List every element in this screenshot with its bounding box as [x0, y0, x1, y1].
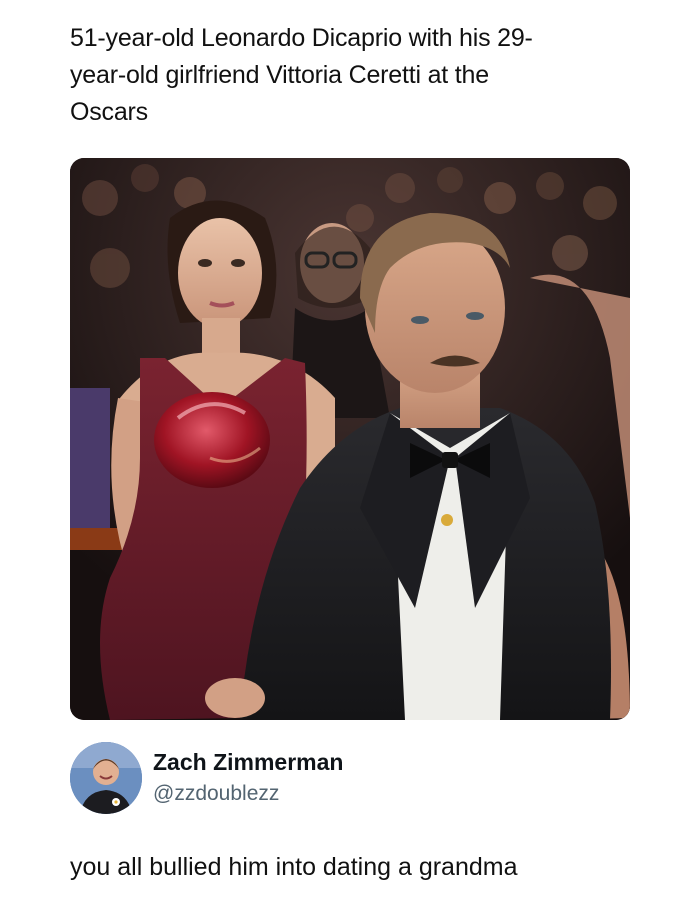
avatar[interactable]	[70, 742, 142, 814]
reply-header: Zach Zimmerman @zzdoublezz	[70, 742, 630, 822]
post-photo[interactable]	[70, 158, 630, 720]
reply-text: you all bullied him into dating a grandm…	[70, 853, 518, 881]
reply-handle[interactable]: @zzdoublezz	[153, 782, 279, 806]
reply-display-name[interactable]: Zach Zimmerman	[153, 749, 343, 776]
post-caption: 51-year-old Leonardo Dicaprio with his 2…	[70, 24, 533, 126]
